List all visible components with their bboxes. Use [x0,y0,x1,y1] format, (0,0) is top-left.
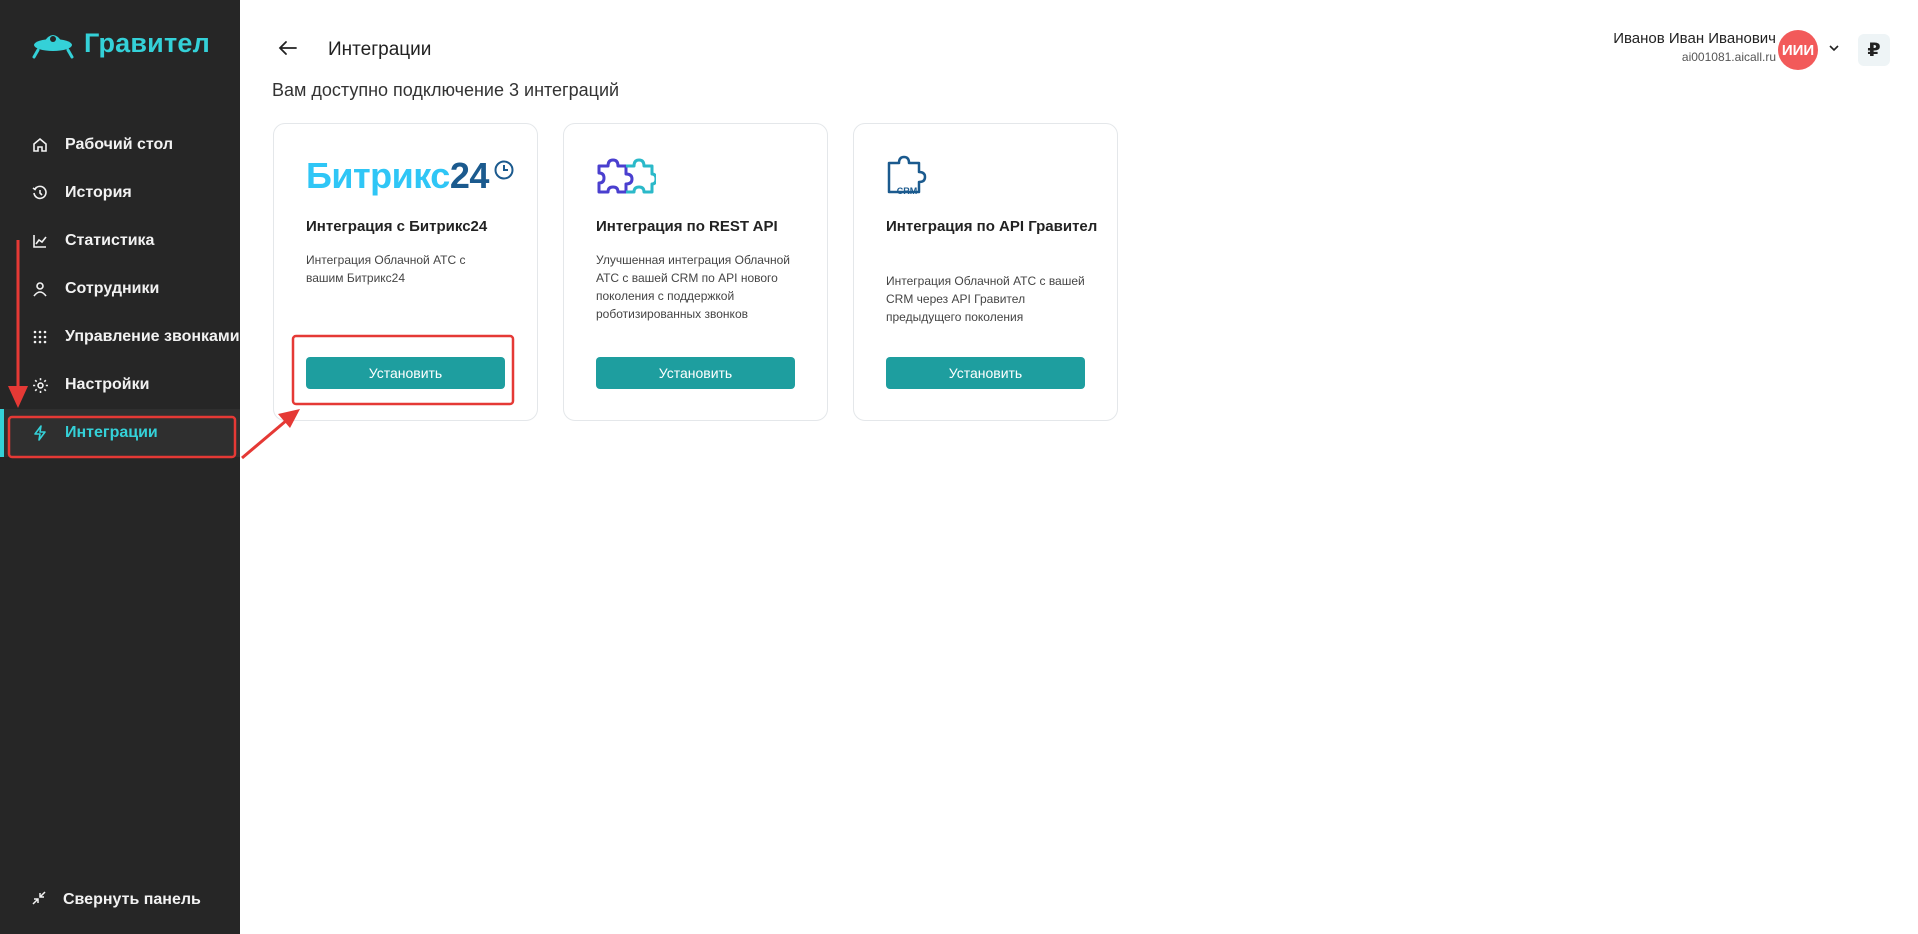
sidebar-nav: Рабочий стол История Статистика Сотрудни… [0,121,240,457]
card-description: Интеграция Облачной АТС с вашей CRM чере… [886,274,1085,324]
sidebar-item-call-management[interactable]: Управление звонками [0,313,240,361]
puzzle-logo [596,154,656,198]
collapse-panel-label: Свернуть панель [63,891,201,908]
integration-card-rest-api: Интеграция по REST API Улучшенная интегр… [563,123,828,421]
back-button[interactable] [276,36,300,60]
chart-icon [31,232,49,250]
ufo-logo-icon [32,35,74,59]
gear-icon [31,376,49,394]
crm-puzzle-icon: CRM [887,155,927,196]
ruble-icon: ₽ [1867,39,1881,61]
sidebar-item-label: Рабочий стол [65,136,174,153]
sidebar-item-history[interactable]: История [0,169,240,217]
crm-puzzle-logo: CRM [886,154,928,198]
crm-logo-label: CRM [897,186,918,196]
sidebar-item-settings[interactable]: Настройки [0,361,240,409]
sidebar-item-employees[interactable]: Сотрудники [0,265,240,313]
collapse-panel-button[interactable]: Свернуть панель [31,880,201,920]
brand-name: Гравител [84,27,210,58]
install-bitrix24-button[interactable]: Установить [306,357,505,389]
clock-icon [494,160,514,180]
card-description: Интеграция Облачной АТС с вашим Битрикс2… [306,253,466,285]
brand-logo[interactable]: Гравител [32,24,210,62]
install-gravitel-api-button[interactable]: Установить [886,357,1085,389]
bitrix-logo-word: Битрикс [306,155,450,196]
card-title: Интеграция с Битрикс24 [306,218,488,235]
user-name: Иванов Иван Иванович [1613,30,1776,47]
sidebar-item-label: Интеграции [65,424,158,441]
sidebar-item-label: Статистика [65,232,155,249]
lightning-icon [31,424,49,442]
card-description: Улучшенная интеграция Облачной АТС с ваш… [596,253,790,321]
user-domain: ai001081.aicall.ru [1681,50,1776,64]
user-icon [31,280,49,298]
user-info[interactable]: Иванов Иван Иванович ai001081.aicall.ru [1613,30,1776,64]
page-subtitle: Вам доступно подключение 3 интеграций [272,80,620,100]
arrow-left-icon [278,41,297,55]
avatar[interactable]: ИИИ [1778,30,1818,70]
sidebar: Гравител Рабочий стол История Статистика… [0,0,240,934]
page-title: Интеграции [328,39,432,60]
sidebar-item-statistics[interactable]: Статистика [0,217,240,265]
card-title: Интеграция по REST API [596,218,778,235]
puzzle-icon [597,158,656,194]
sidebar-item-integrations[interactable]: Интеграции [0,409,240,457]
card-title: Интеграция по API Гравител [886,218,1098,235]
history-icon [31,184,49,202]
home-icon [31,136,49,154]
integration-card-gravitel-api: CRM Интеграция по API Гравител Интеграци… [853,123,1118,421]
collapse-arrows-icon [31,890,47,911]
sidebar-item-desktop[interactable]: Рабочий стол [0,121,240,169]
bitrix24-logo: Битрикс24 [306,154,515,198]
bitrix-logo-number: 24 [449,155,490,196]
install-rest-api-button[interactable]: Установить [596,357,795,389]
integration-card-bitrix24: Битрикс24 Интеграция с Битрикс24 Интегра… [273,123,538,421]
dialpad-icon [31,328,49,346]
sidebar-item-label: История [65,184,132,201]
sidebar-item-label: Настройки [65,376,150,393]
annotation-arrow-diagonal [241,418,288,460]
chevron-down-icon[interactable] [1826,40,1842,56]
sidebar-item-label: Управление звонками [65,328,240,345]
sidebar-item-label: Сотрудники [65,280,160,297]
balance-button[interactable]: ₽ [1858,34,1890,66]
